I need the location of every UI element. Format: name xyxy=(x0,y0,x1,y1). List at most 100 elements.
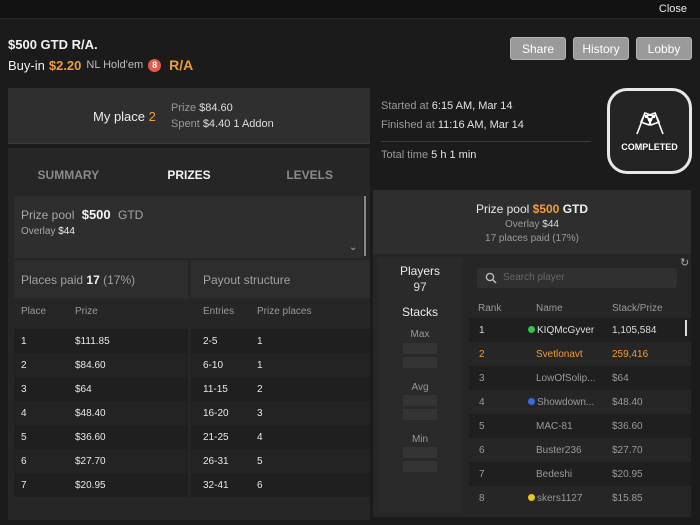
right-prize-value: $500 xyxy=(532,202,560,216)
table-size-badge: 8 xyxy=(148,58,162,72)
player-name-cell: Buster236 xyxy=(536,445,582,456)
avg-label: Avg xyxy=(411,382,429,393)
prize-cell: $111.85 xyxy=(75,336,110,347)
players-scrollbar[interactable] xyxy=(685,320,687,336)
col-place: Place xyxy=(21,306,47,317)
prize-pool: Prize pool $500 GTD xyxy=(21,207,143,222)
rank-cell: 6 xyxy=(479,445,485,456)
col-prize: Prize xyxy=(75,306,98,317)
stack-prize-cell: $36.60 xyxy=(612,421,643,432)
player-name: MAC-81 xyxy=(536,421,573,432)
place-cell: 1 xyxy=(21,336,27,347)
right-prize-pool: Prize pool $500 GTD xyxy=(373,202,691,216)
rank-cell: 4 xyxy=(479,397,485,408)
buyin-amount: $2.20 xyxy=(48,57,82,73)
min-bar-2 xyxy=(403,461,437,472)
player-row[interactable]: 6 Buster236 $27.70 xyxy=(469,438,691,462)
place-cell: 6 xyxy=(21,456,27,467)
place-cell: 3 xyxy=(21,384,27,395)
tab-levels[interactable]: LEVELS xyxy=(249,160,370,190)
col-stack-prize: Stack/Prize xyxy=(612,303,663,314)
entries-cell: 32-41 xyxy=(203,480,229,491)
refresh-icon[interactable]: ↻ xyxy=(680,256,689,269)
chevron-down-icon[interactable]: ⌄ xyxy=(349,242,357,253)
player-name-cell: LowOfSolip... xyxy=(536,373,595,384)
stack-prize-cell: 1,105,584 xyxy=(612,325,657,336)
column-separator xyxy=(188,449,191,473)
overlay: Overlay $44 xyxy=(21,226,75,237)
column-separator xyxy=(188,353,191,377)
player-name-cell: MAC-81 xyxy=(536,421,573,432)
player-row[interactable]: 5 MAC-81 $36.60 xyxy=(469,414,691,438)
right-places-paid: 17 places paid (17%) xyxy=(485,233,579,244)
prize-pool-value: $500 xyxy=(81,207,111,222)
stacks-label: Stacks xyxy=(401,305,438,319)
player-row[interactable]: 2 Svetlonavt 259,416 xyxy=(469,342,691,366)
prize-places-cell: 3 xyxy=(257,408,263,419)
lobby-button[interactable]: Lobby xyxy=(636,37,692,60)
prize-pool-suffix: GTD xyxy=(117,208,144,222)
tab-summary[interactable]: SUMMARY xyxy=(8,160,129,190)
my-place-value: 2 xyxy=(148,109,156,124)
history-button[interactable]: History xyxy=(573,37,629,60)
my-spent-label: Spent xyxy=(171,118,200,130)
player-name: KIQMcGyver xyxy=(537,325,595,336)
column-separator xyxy=(188,425,191,449)
entries-cell: 6-10 xyxy=(203,360,224,371)
column-separator xyxy=(188,401,191,425)
rank-cell: 1 xyxy=(479,325,485,336)
tab-prizes[interactable]: PRIZES xyxy=(129,160,250,190)
close-button[interactable]: Close xyxy=(659,3,687,15)
column-separator xyxy=(188,329,191,353)
rank-cell: 8 xyxy=(479,493,485,504)
status-dot-icon xyxy=(528,398,535,405)
player-row[interactable]: 3 LowOfSolip... $64 xyxy=(469,366,691,390)
player-name-cell: Svetlonavt xyxy=(536,349,583,360)
place-cell: 4 xyxy=(21,408,27,419)
table-row: 1 $111.85 2-5 1 xyxy=(14,329,370,353)
player-row[interactable]: 7 Bedeshi $20.95 xyxy=(469,462,691,486)
max-bar-2 xyxy=(403,357,437,368)
right-prize-label: Prize pool xyxy=(475,202,530,216)
prize-places-cell: 1 xyxy=(257,360,263,371)
players-value: 97 xyxy=(413,280,427,294)
max-bar xyxy=(403,343,437,354)
right-overlay-label: Overlay xyxy=(505,219,540,230)
prize-places-cell: 6 xyxy=(257,480,263,491)
entries-cell: 21-25 xyxy=(203,432,229,443)
total-time: Total time 5 h 1 min xyxy=(381,149,476,161)
entries-cell: 11-15 xyxy=(203,384,228,395)
column-separator xyxy=(188,377,191,401)
prize-cell: $36.60 xyxy=(75,432,106,443)
scrollbar[interactable] xyxy=(364,196,366,256)
player-name: skers1127 xyxy=(537,493,583,504)
player-row[interactable]: 8 skers1127 $15.85 xyxy=(469,486,691,510)
buyin-label: Buy-in xyxy=(8,57,45,73)
search-placeholder: Search player xyxy=(503,272,565,283)
places-paid-label: Places paid xyxy=(21,273,84,287)
stack-prize-cell: $27.70 xyxy=(612,445,643,456)
finished-at: Finished at 11:16 AM, Mar 14 xyxy=(381,119,524,131)
player-row[interactable]: 1 KIQMcGyver 1,105,584 xyxy=(469,318,691,342)
col-entries: Entries xyxy=(203,306,235,317)
right-overlay-value: $44 xyxy=(542,219,559,230)
rebuy-addon-tag: R/A xyxy=(169,57,194,73)
rank-cell: 5 xyxy=(479,421,485,432)
my-prize-value: $84.60 xyxy=(199,102,233,114)
search-icon xyxy=(485,272,497,284)
max-label: Max xyxy=(410,329,430,340)
col-rank: Rank xyxy=(478,303,502,314)
player-row[interactable]: 4 Showdown... $48.40 xyxy=(469,390,691,414)
status-dot-icon xyxy=(528,494,535,501)
timing-divider xyxy=(381,141,591,142)
col-prize-places: Prize places xyxy=(257,306,312,317)
share-button[interactable]: Share xyxy=(510,37,566,60)
table-row: 6 $27.70 26-31 5 xyxy=(14,449,370,473)
rank-cell: 3 xyxy=(479,373,485,384)
total-value: 5 h 1 min xyxy=(431,149,477,161)
stack-prize-cell: 259,416 xyxy=(612,349,649,360)
finished-label: Finished at xyxy=(381,119,435,131)
overlay-label: Overlay xyxy=(21,226,56,237)
my-prize-label: Prize xyxy=(171,102,197,114)
places-paid-pct: (17%) xyxy=(103,273,136,287)
